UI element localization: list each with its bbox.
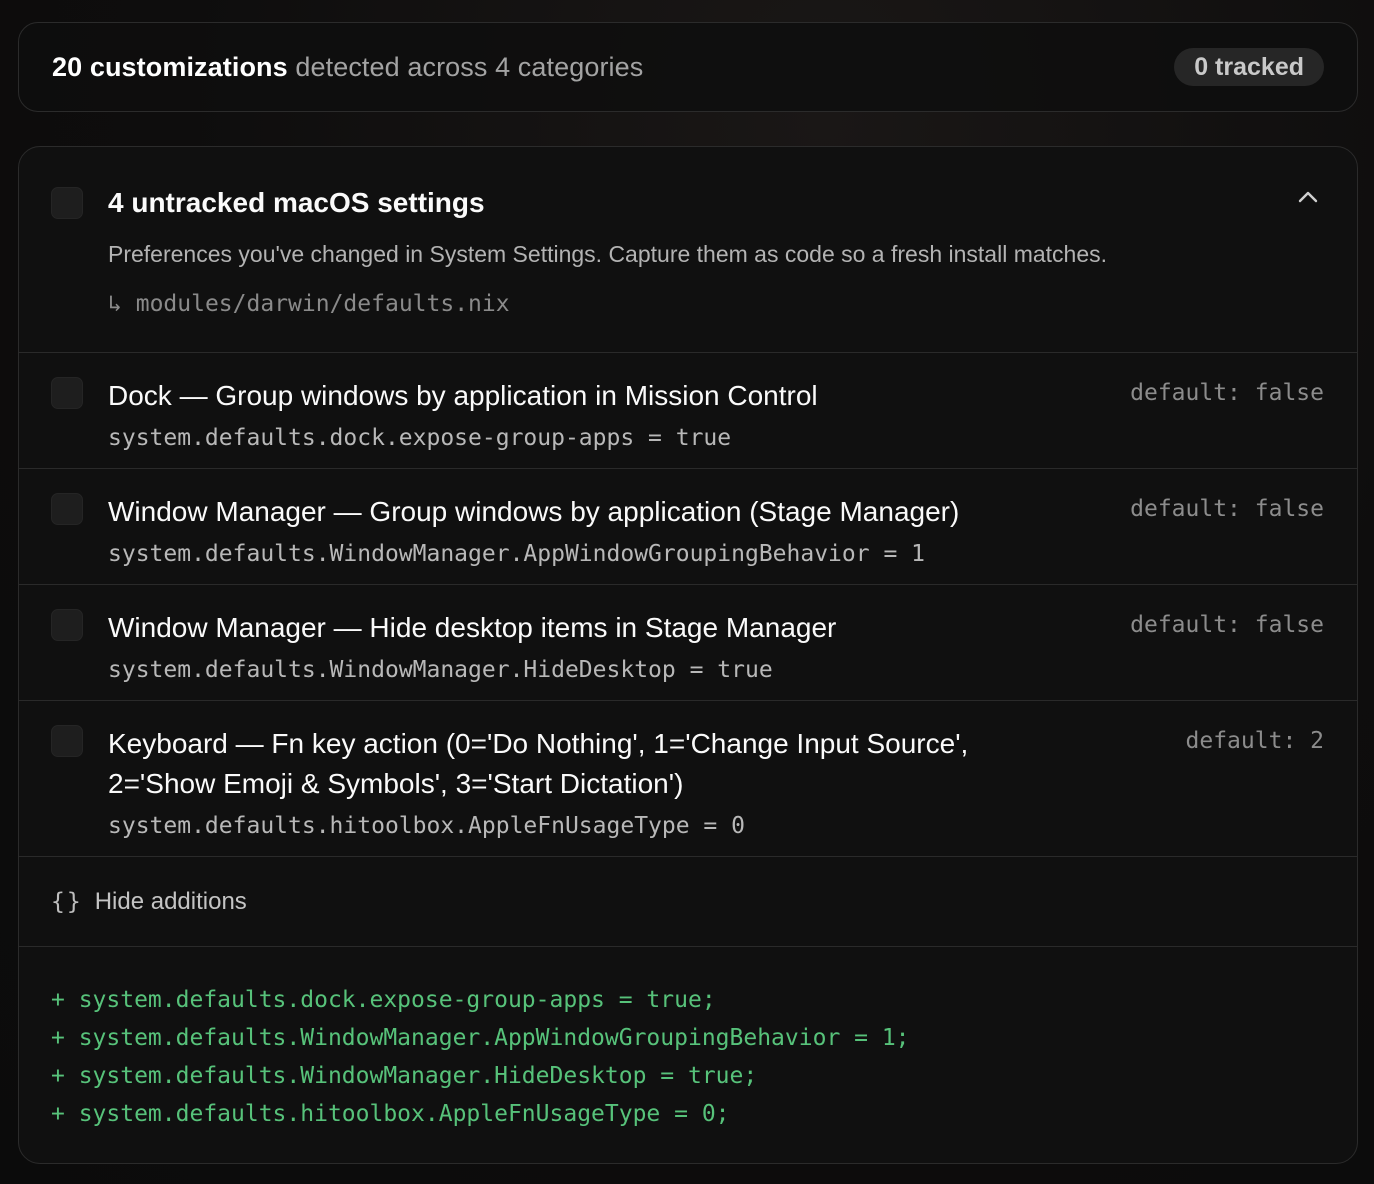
group-header: 4 untracked macOS settings Preferences y…: [19, 147, 1357, 353]
customization-count: 20 customizations: [52, 51, 288, 82]
setting-key: system.defaults.WindowManager.HideDeskto…: [108, 657, 773, 683]
setting-key: system.defaults.dock.expose-group-apps =…: [108, 425, 732, 451]
tracked-badge: 0 tracked: [1174, 48, 1324, 86]
target-file-path: ↳ modules/darwin/defaults.nix: [108, 291, 510, 317]
chevron-up-icon[interactable]: [1295, 187, 1321, 207]
setting-checkbox[interactable]: [51, 377, 83, 409]
setting-title: Keyboard — Fn key action (0='Do Nothing'…: [108, 724, 968, 804]
setting-key: system.defaults.WindowManager.AppWindowG…: [108, 541, 925, 567]
setting-default: default: false: [1130, 496, 1324, 522]
setting-row: Window Manager — Group windows by applic…: [19, 469, 1357, 585]
setting-title-line: 2='Show Emoji & Symbols', 3='Start Dicta…: [108, 768, 684, 799]
summary-bar: 20 customizations detected across 4 cate…: [18, 22, 1358, 112]
diff-line: + system.defaults.WindowManager.AppWindo…: [51, 1025, 910, 1051]
diff-line: + system.defaults.dock.expose-group-apps…: [51, 987, 716, 1013]
diff-line: + system.defaults.hitoolbox.AppleFnUsage…: [51, 1101, 730, 1127]
setting-default: default: 2: [1185, 728, 1324, 754]
braces-icon: {}: [51, 888, 83, 915]
setting-default: default: false: [1130, 380, 1324, 406]
setting-row: Dock — Group windows by application in M…: [19, 353, 1357, 469]
setting-title: Window Manager — Hide desktop items in S…: [108, 612, 837, 643]
file-path: modules/darwin/defaults.nix: [135, 291, 510, 317]
group-description: Preferences you've changed in System Set…: [108, 241, 1108, 267]
setting-title: Window Manager — Group windows by applic…: [108, 496, 960, 527]
group-title: 4 untracked macOS settings: [108, 187, 485, 218]
setting-default: default: false: [1130, 612, 1324, 638]
setting-key: system.defaults.hitoolbox.AppleFnUsageTy…: [108, 813, 745, 839]
setting-title-line: Keyboard — Fn key action (0='Do Nothing'…: [108, 728, 969, 759]
setting-title: Dock — Group windows by application in M…: [108, 380, 818, 411]
setting-row: Keyboard — Fn key action (0='Do Nothing'…: [19, 701, 1357, 857]
hide-additions-label: Hide additions: [94, 887, 247, 915]
diff-line: + system.defaults.WindowManager.HideDesk…: [51, 1063, 758, 1089]
select-all-checkbox[interactable]: [51, 187, 83, 219]
setting-row: Window Manager — Hide desktop items in S…: [19, 585, 1357, 701]
hide-additions-toggle[interactable]: {} Hide additions: [19, 857, 1357, 947]
setting-checkbox[interactable]: [51, 493, 83, 525]
macos-settings-card: 4 untracked macOS settings Preferences y…: [18, 146, 1358, 1164]
setting-checkbox[interactable]: [51, 725, 83, 757]
summary-detail: detected across 4 categories: [287, 51, 644, 82]
additions-diff: + system.defaults.dock.expose-group-apps…: [19, 947, 1357, 1137]
setting-checkbox[interactable]: [51, 609, 83, 641]
return-arrow-icon: ↳: [108, 291, 122, 317]
summary-text: 20 customizations detected across 4 cate…: [52, 52, 643, 83]
